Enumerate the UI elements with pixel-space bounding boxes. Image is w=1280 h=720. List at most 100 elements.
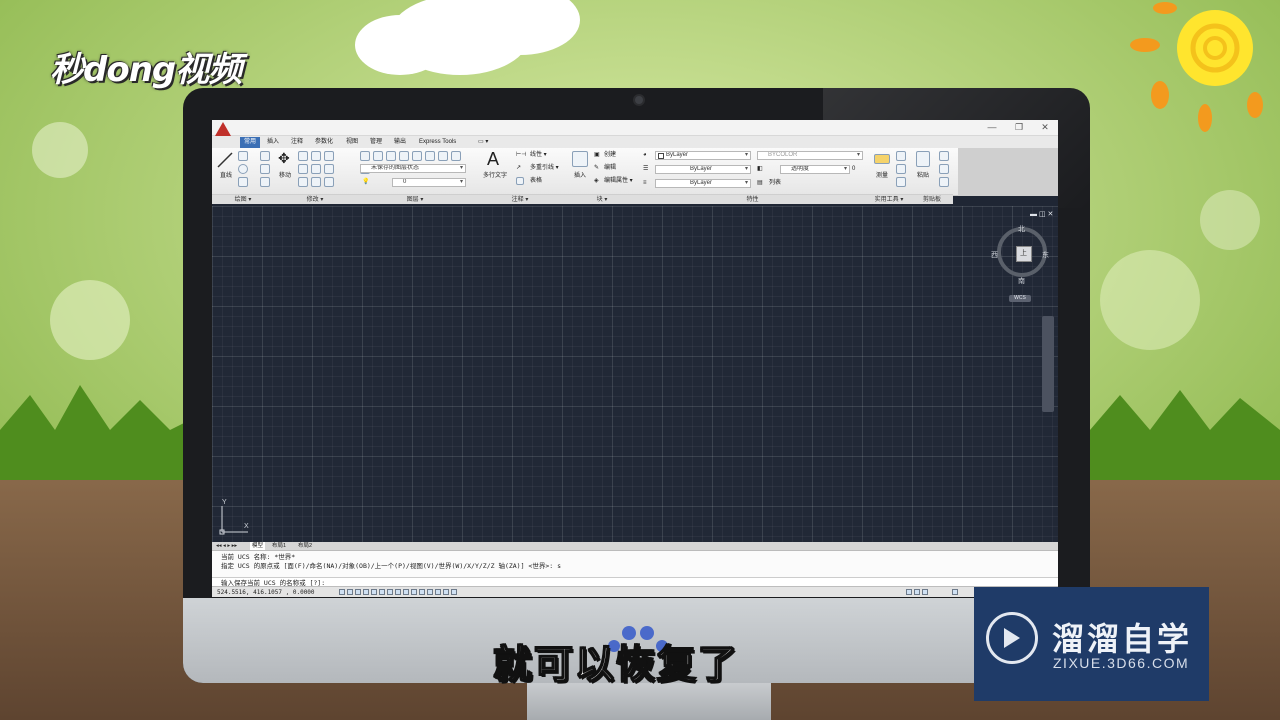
close-button[interactable]: ✕ xyxy=(1034,121,1056,134)
tab-home[interactable]: 常用 xyxy=(240,137,260,148)
measure-button-label[interactable]: 测量 xyxy=(871,172,893,180)
match-properties-icon[interactable] xyxy=(939,177,949,187)
region-icon[interactable] xyxy=(260,177,270,187)
table-button[interactable]: 表格 xyxy=(530,177,542,185)
mtext-button-label[interactable]: 多行文字 xyxy=(480,172,510,180)
color-dropdown[interactable]: ByLayer xyxy=(655,151,751,160)
model-space-button[interactable] xyxy=(906,589,912,595)
list-icon[interactable]: ▤ xyxy=(757,179,763,187)
rotate-icon[interactable] xyxy=(298,151,308,161)
autocad-logo-icon[interactable] xyxy=(215,122,231,136)
layer-state-dropdown[interactable]: 未保存的图层状态 xyxy=(360,164,466,173)
ducs-toggle[interactable] xyxy=(403,589,409,595)
table-icon[interactable] xyxy=(516,177,524,185)
color-wheel-icon[interactable]: ◕ xyxy=(643,151,647,159)
viewcube-south[interactable]: 南 xyxy=(1018,276,1025,286)
grid-toggle[interactable] xyxy=(355,589,361,595)
layer-dropdown[interactable]: 0 xyxy=(392,178,466,187)
copy-clip-icon[interactable] xyxy=(939,164,949,174)
arc-icon[interactable] xyxy=(238,177,248,187)
quick-view-layouts-button[interactable] xyxy=(914,589,920,595)
group-modify-label[interactable]: 修改 ▾ xyxy=(274,194,356,204)
lineweight-dropdown[interactable]: ByLayer xyxy=(655,179,751,188)
tab-insert[interactable]: 插入 xyxy=(264,137,282,148)
measure-icon[interactable] xyxy=(874,154,890,164)
scale-icon[interactable] xyxy=(298,177,308,187)
lineweight-icon[interactable]: ≡ xyxy=(643,179,647,187)
copy-icon[interactable] xyxy=(324,151,334,161)
paste-icon[interactable] xyxy=(916,151,930,167)
insert-button-label[interactable]: 插入 xyxy=(569,172,591,180)
mirror-icon[interactable] xyxy=(298,164,308,174)
create-block-icon[interactable]: ▣ xyxy=(594,151,600,159)
drawing-canvas[interactable] xyxy=(212,206,1058,542)
tab-output[interactable]: 输出 xyxy=(391,137,409,148)
tab-layout2[interactable]: 布局2 xyxy=(296,542,314,550)
quickcalc-icon[interactable] xyxy=(896,151,906,161)
dyn-toggle[interactable] xyxy=(411,589,417,595)
multileader-icon[interactable]: ↗ xyxy=(516,164,521,172)
layer-properties-icon[interactable] xyxy=(360,151,370,161)
layout-nav-arrows[interactable]: ◂◂ ◂ ▸ ▸▸ xyxy=(214,542,239,550)
plot-style-dropdown[interactable]: BYCOLOR xyxy=(757,151,863,160)
coordinate-readout[interactable]: 524.5516, 416.1057 , 0.0000 xyxy=(217,588,315,597)
annotation-scale-button[interactable] xyxy=(952,589,958,595)
tab-express-tools[interactable]: Express Tools xyxy=(416,137,459,148)
snap-toggle[interactable] xyxy=(347,589,353,595)
tab-model[interactable]: 模型 xyxy=(250,542,266,550)
mtext-icon[interactable]: A xyxy=(487,150,499,168)
group-utilities-label[interactable]: 实用工具 ▾ xyxy=(867,194,911,204)
minimize-button[interactable]: — xyxy=(981,121,1003,134)
viewcube-north[interactable]: 北 xyxy=(1018,224,1025,234)
edit-attribute-icon[interactable]: ◈ xyxy=(594,177,599,185)
navigation-bar[interactable] xyxy=(1042,316,1054,412)
wcs-menu[interactable]: WCS xyxy=(1009,295,1031,302)
linetype-dropdown[interactable]: ByLayer xyxy=(655,165,751,174)
group-properties-label[interactable]: 特性 xyxy=(638,194,867,204)
viewcube-west[interactable]: 西 xyxy=(991,250,998,260)
group-clipboard-label[interactable]: 剪贴板 xyxy=(911,194,953,204)
trim-icon[interactable] xyxy=(311,151,321,161)
infer-constraints-toggle[interactable] xyxy=(339,589,345,595)
line-button-label[interactable]: 直线 xyxy=(215,172,237,180)
tab-manage[interactable]: 管理 xyxy=(367,137,385,148)
tab-layout1[interactable]: 布局1 xyxy=(270,542,288,550)
transparency-field[interactable]: 透明度 xyxy=(780,165,850,174)
cut-icon[interactable] xyxy=(939,151,949,161)
otrack-toggle[interactable] xyxy=(395,589,401,595)
tab-view[interactable]: 视图 xyxy=(343,137,361,148)
array-icon[interactable] xyxy=(311,177,321,187)
move-icon[interactable]: ✥ xyxy=(278,150,290,166)
polar-toggle[interactable] xyxy=(371,589,377,595)
annotation-monitor-toggle[interactable] xyxy=(451,589,457,595)
paste-button-label[interactable]: 粘贴 xyxy=(912,172,934,180)
tab-workspace-toggle[interactable]: ▭ ▾ xyxy=(475,137,491,148)
move-button-label[interactable]: 移动 xyxy=(276,172,294,180)
layer-lock-icon[interactable] xyxy=(412,151,422,161)
group-annotation-label[interactable]: 注释 ▾ xyxy=(474,194,566,204)
linear-dim-icon[interactable]: ⊢⊣ xyxy=(516,151,526,159)
multileader-button[interactable]: 多重引线 ▾ xyxy=(530,164,559,172)
layer-off-icon[interactable] xyxy=(399,151,409,161)
group-block-label[interactable]: 块 ▾ xyxy=(566,194,638,204)
edit-block-icon[interactable]: ✎ xyxy=(594,164,599,172)
linetype-icon[interactable]: ☰ xyxy=(643,165,648,173)
viewcube-east[interactable]: 东 xyxy=(1042,250,1049,260)
create-block-button[interactable]: 创建 xyxy=(604,151,616,159)
stretch-icon[interactable] xyxy=(324,164,334,174)
list-button[interactable]: 列表 xyxy=(769,179,781,187)
group-draw-label[interactable]: 绘图 ▾ xyxy=(212,194,274,204)
ortho-toggle[interactable] xyxy=(363,589,369,595)
transparency-value[interactable]: 0 xyxy=(852,165,855,173)
linear-dim-button[interactable]: 线性 ▾ xyxy=(530,151,547,159)
3dosnap-toggle[interactable] xyxy=(387,589,393,595)
edit-block-button[interactable]: 编辑 xyxy=(604,164,616,172)
transparency-icon[interactable]: ◧ xyxy=(757,165,763,173)
line-icon[interactable] xyxy=(216,151,234,169)
layer-merge-icon[interactable] xyxy=(451,151,461,161)
insert-block-icon[interactable] xyxy=(572,151,588,167)
layer-previous-icon[interactable] xyxy=(438,151,448,161)
tab-parametric[interactable]: 参数化 xyxy=(312,137,336,148)
circle-icon[interactable] xyxy=(238,164,248,174)
layer-walk-icon[interactable] xyxy=(425,151,435,161)
